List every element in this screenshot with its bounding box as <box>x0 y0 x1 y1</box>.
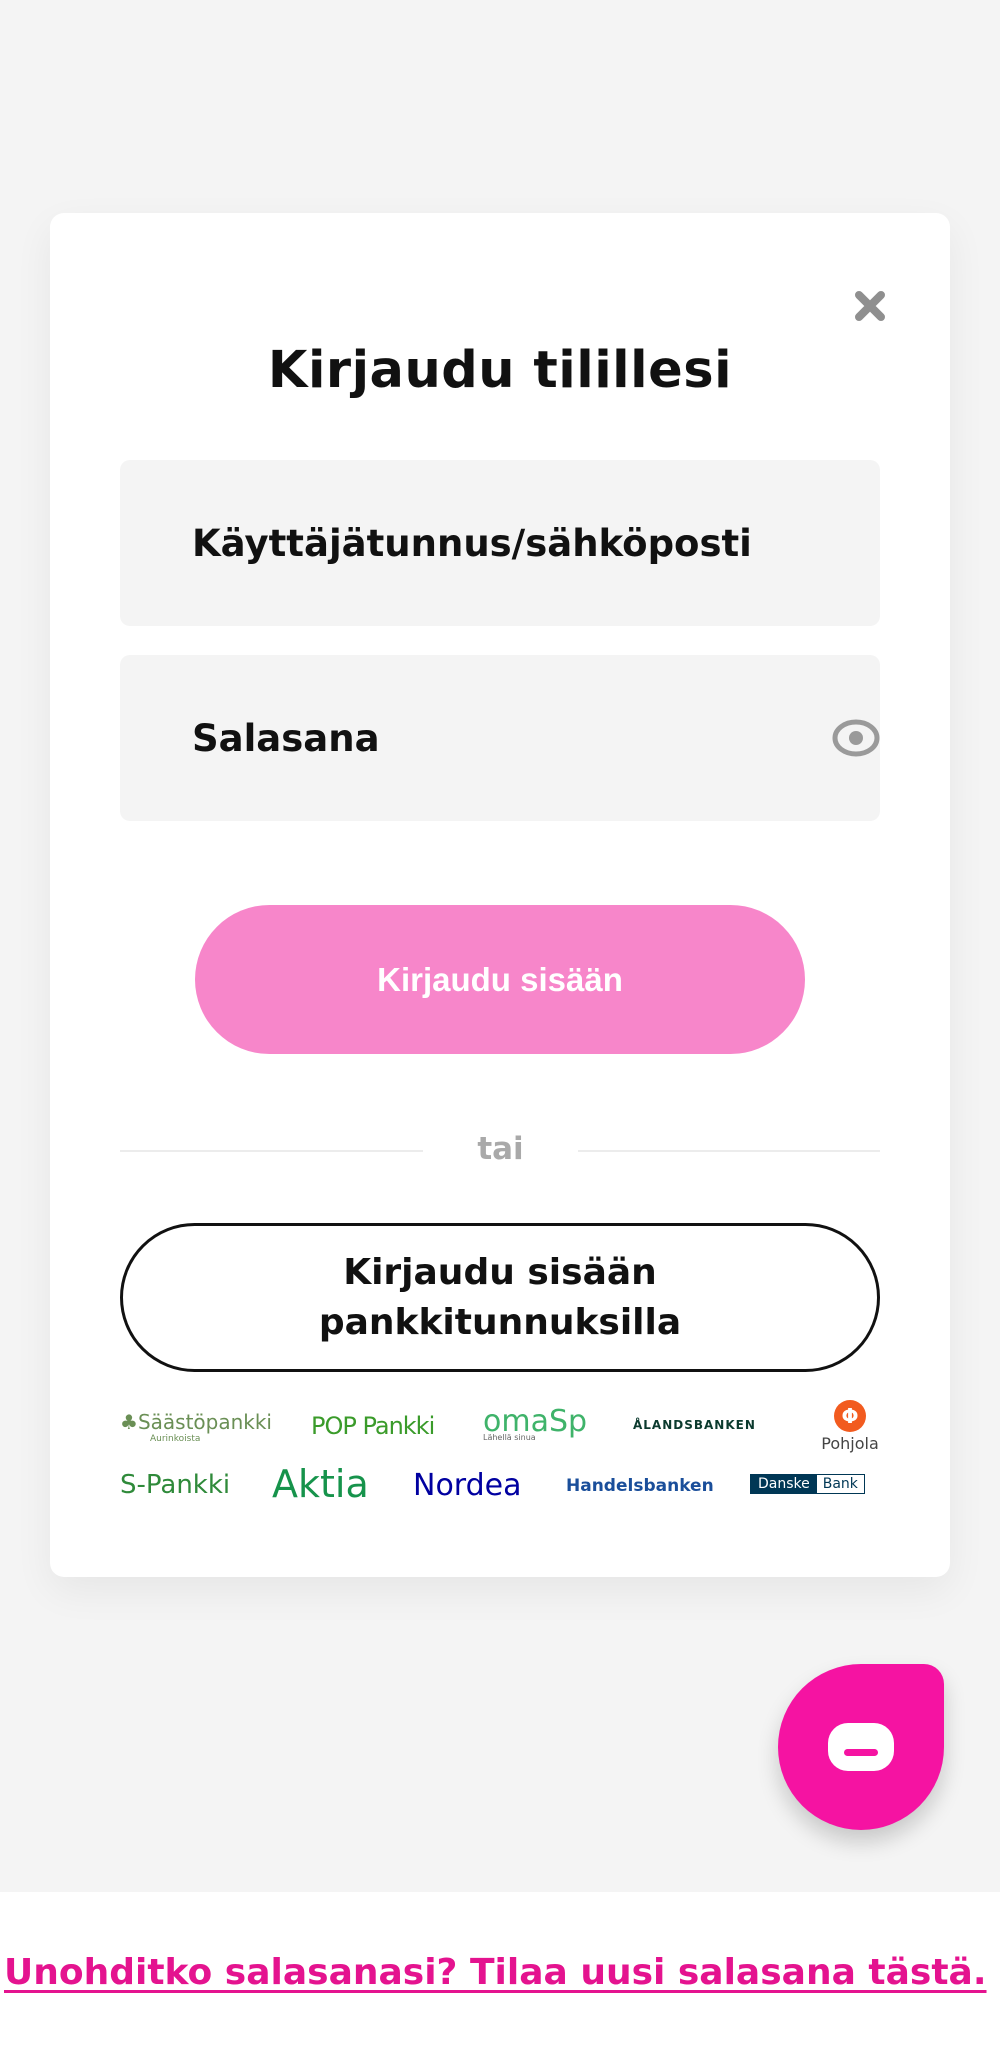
modal-title: Kirjaudu tilillesi <box>267 341 733 400</box>
nordea-logo: Nordea <box>413 1468 522 1503</box>
footer: Unohditko salasanasi? Tilaa uusi salasan… <box>0 1892 1000 2056</box>
forgot-password-link[interactable]: Unohditko salasanasi? Tilaa uusi salasan… <box>4 1952 987 1993</box>
password-field[interactable] <box>120 655 880 821</box>
password-input[interactable] <box>192 716 832 760</box>
bank-login-label-line2: pankkitunnuksilla <box>318 1301 682 1343</box>
bank-logos: ♣Säästöpankki Aurinkoista POP Pankki oma… <box>120 1400 880 1520</box>
show-password-button[interactable] <box>831 717 881 759</box>
chat-button[interactable] <box>778 1664 944 1830</box>
login-button[interactable]: Kirjaudu sisään <box>195 905 805 1054</box>
close-icon <box>855 291 885 321</box>
saastopankki-logo: ♣Säästöpankki Aurinkoista <box>120 1410 272 1444</box>
pohjola-logo: Φ Pohjola <box>820 1400 880 1453</box>
eye-icon <box>832 719 880 757</box>
divider-line-left <box>120 1150 423 1152</box>
pohjola-name: Pohjola <box>821 1434 879 1453</box>
divider-text: tai <box>477 1131 524 1167</box>
saastopankki-tagline: Aurinkoista <box>150 1434 201 1444</box>
s-pankki-logo: S-Pankki <box>120 1470 231 1500</box>
handelsbanken-logo: Handelsbanken <box>566 1476 714 1496</box>
login-modal: Kirjaudu tilillesi Kirjaudu sisään tai K… <box>50 213 950 1577</box>
bank-login-label-line1: Kirjaudu sisään <box>343 1251 657 1293</box>
pop-pankki-logo: POP Pankki <box>311 1412 435 1440</box>
username-field[interactable] <box>120 460 880 626</box>
username-input[interactable] <box>192 521 832 565</box>
alandsbanken-logo: ÅLANDSBANKEN <box>633 1418 756 1432</box>
danske-bank-logo-part2: Bank <box>815 1474 865 1494</box>
danske-bank-logo: Danske Bank <box>750 1474 865 1494</box>
aktia-logo: Aktia <box>272 1462 369 1506</box>
chat-icon <box>828 1723 894 1771</box>
saastopankki-icon: ♣ <box>120 1410 138 1434</box>
omasp-logo: omaSp Lähellä sinua <box>483 1404 587 1442</box>
bank-login-button[interactable]: Kirjaudu sisään pankkitunnuksilla <box>120 1223 880 1372</box>
pohjola-icon: Φ <box>834 1400 866 1432</box>
bank-login-label: Kirjaudu sisään pankkitunnuksilla <box>319 1248 681 1348</box>
saastopankki-name: Säästöpankki <box>137 1410 272 1434</box>
danske-bank-logo-part1: Danske <box>750 1474 816 1494</box>
divider-line-right <box>578 1150 880 1152</box>
close-button[interactable] <box>845 281 895 331</box>
